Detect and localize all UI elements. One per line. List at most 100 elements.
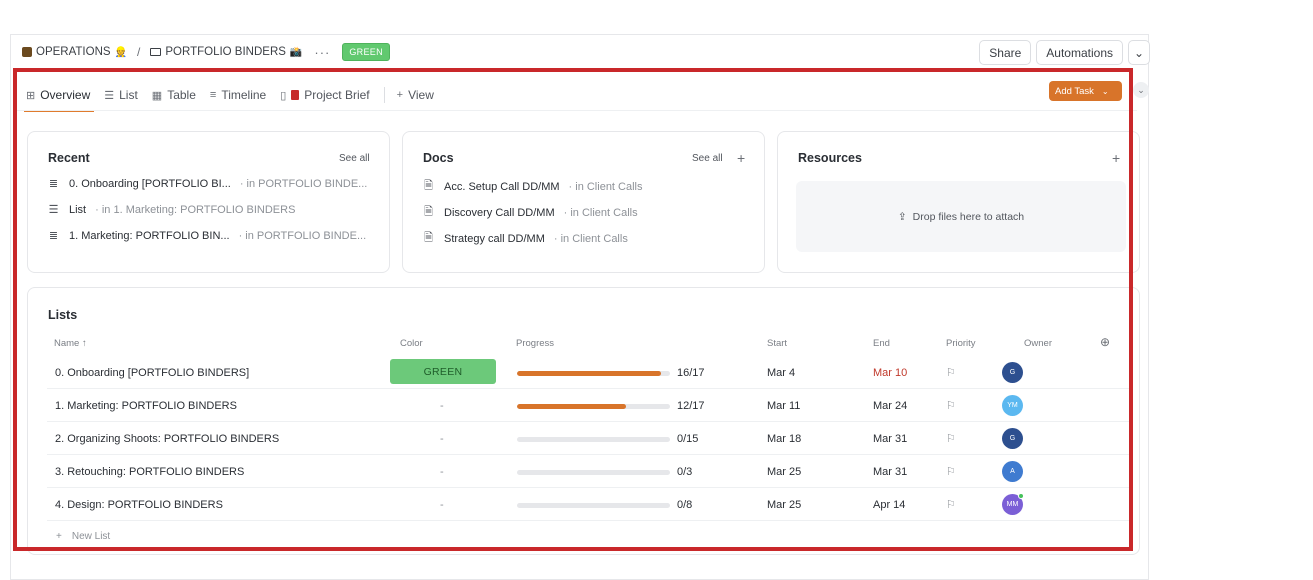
avatar[interactable]: MM <box>1002 493 1024 515</box>
breadcrumb-folder[interactable]: PORTFOLIO BINDERS <box>165 46 286 58</box>
upload-icon: ⇪ <box>897 210 907 223</box>
priority-flag-icon[interactable]: ⚐ <box>946 389 956 422</box>
avatar[interactable]: G <box>1002 362 1023 383</box>
status-badge[interactable]: GREEN <box>342 43 390 61</box>
tab-label: Table <box>167 88 196 102</box>
share-button[interactable]: Share <box>979 40 1032 65</box>
avatar[interactable]: A <box>1002 461 1023 482</box>
start-date[interactable]: Mar 25 <box>767 488 801 521</box>
recent-item[interactable]: ☰ List · in 1. Marketing: PORTFOLIO BIND… <box>47 203 296 217</box>
table-row[interactable]: 3. Retouching: PORTFOLIO BINDERS - 0/3 M… <box>47 455 1132 488</box>
priority-flag-icon[interactable]: ⚐ <box>946 356 956 389</box>
automations-button[interactable]: Automations <box>1036 40 1123 65</box>
add-task-label: Add Task <box>1055 85 1094 97</box>
color-empty[interactable]: - <box>440 455 444 488</box>
chevron-down-icon[interactable]: ⌄ <box>1102 87 1109 96</box>
column-header-start[interactable]: Start <box>767 338 787 349</box>
table-row[interactable]: 2. Organizing Shoots: PORTFOLIO BINDERS … <box>47 422 1132 455</box>
add-view-button[interactable]: + View <box>397 80 434 110</box>
owner-initials: G <box>1009 435 1016 442</box>
table-row[interactable]: 0. Onboarding [PORTFOLIO BINDERS] GREEN … <box>47 356 1132 389</box>
lists-title: Lists <box>48 308 78 322</box>
progress-count: 0/8 <box>677 498 693 511</box>
doc-icon: 🗎 <box>424 180 433 192</box>
docs-card: Docs See all + 🗎 Acc. Setup Call DD/MM ·… <box>402 131 765 273</box>
color-empty[interactable]: - <box>440 488 444 521</box>
start-date[interactable]: Mar 11 <box>767 389 800 422</box>
end-date[interactable]: Apr 14 <box>873 488 905 521</box>
tab-label: View <box>408 88 434 102</box>
list-name[interactable]: 1. Marketing: PORTFOLIO BINDERS <box>55 389 237 422</box>
table-row[interactable]: 1. Marketing: PORTFOLIO BINDERS - 12/17 … <box>47 389 1132 422</box>
recent-item[interactable]: ≣ 1. Marketing: PORTFOLIO BIN... · in PO… <box>47 229 366 243</box>
column-header-priority[interactable]: Priority <box>946 338 976 349</box>
progress-count: 12/17 <box>677 399 705 412</box>
camera-emoji-icon: 📸 <box>289 46 303 58</box>
doc-item-location: · in Client Calls <box>553 232 628 245</box>
end-date[interactable]: Mar 24 <box>873 389 907 422</box>
tab-table[interactable]: ▦ Table <box>152 80 196 110</box>
doc-item-location: · in Client Calls <box>568 180 643 193</box>
end-date[interactable]: Mar 10 <box>873 356 907 389</box>
lists-card: Lists Name ↑ Color Progress Start End Pr… <box>27 287 1140 555</box>
column-header-color[interactable]: Color <box>400 338 423 349</box>
column-header-owner[interactable]: Owner <box>1024 338 1052 349</box>
table-row[interactable]: 4. Design: PORTFOLIO BINDERS - 0/8 Mar 2… <box>47 488 1132 521</box>
new-list-button[interactable]: + New List <box>56 531 110 542</box>
list-name[interactable]: 0. Onboarding [PORTFOLIO BINDERS] <box>55 356 249 389</box>
recent-item-name: List <box>69 203 87 216</box>
table-icon: ▦ <box>151 89 163 102</box>
color-empty[interactable]: - <box>440 389 444 422</box>
recent-item[interactable]: ≣ 0. Onboarding [PORTFOLIO BI... · in PO… <box>47 177 367 191</box>
column-header-progress[interactable]: Progress <box>516 338 554 349</box>
end-date[interactable]: Mar 31 <box>873 422 907 455</box>
add-task-button[interactable]: Add Task ⌄ <box>1049 81 1122 101</box>
doc-item[interactable]: 🗎 Acc. Setup Call DD/MM · in Client Call… <box>422 177 643 196</box>
column-header-name[interactable]: Name ↑ <box>54 338 87 349</box>
doc-item[interactable]: 🗎 Strategy call DD/MM · in Client Calls <box>422 229 628 248</box>
breadcrumb-space[interactable]: OPERATIONS <box>36 46 111 58</box>
docs-see-all-link[interactable]: See all <box>692 153 723 164</box>
color-badge[interactable]: GREEN <box>390 359 496 384</box>
doc-icon: ▯ <box>280 89 287 102</box>
new-list-label: New List <box>71 531 111 542</box>
resources-card: Resources + ⇪ Drop files here to attach <box>777 131 1140 273</box>
priority-flag-icon[interactable]: ⚐ <box>946 455 956 488</box>
recent-see-all-link[interactable]: See all <box>339 153 370 164</box>
progress-bar <box>517 404 670 409</box>
add-column-icon[interactable]: ⊕ <box>1100 335 1110 349</box>
file-drop-zone[interactable]: ⇪ Drop files here to attach <box>796 181 1126 252</box>
owner-initials: A <box>1010 468 1015 475</box>
column-header-end[interactable]: End <box>873 338 890 349</box>
list-name[interactable]: 2. Organizing Shoots: PORTFOLIO BINDERS <box>55 422 279 455</box>
progress-bar <box>517 470 670 475</box>
end-date[interactable]: Mar 31 <box>873 455 907 488</box>
tab-label: Project Brief <box>304 88 370 102</box>
tab-project-brief[interactable]: ▯ Project Brief <box>280 80 369 110</box>
top-bar: OPERATIONS 👷 / PORTFOLIO BINDERS 📸 ··· G… <box>11 35 1150 69</box>
avatar[interactable]: YM <box>1002 395 1023 416</box>
chevron-down-icon[interactable]: ⌄ <box>1128 40 1150 65</box>
list-name[interactable]: 4. Design: PORTFOLIO BINDERS <box>55 488 223 521</box>
add-doc-icon[interactable]: + <box>737 150 745 166</box>
color-empty[interactable]: - <box>440 422 444 455</box>
book-icon <box>291 90 300 100</box>
list-name[interactable]: 3. Retouching: PORTFOLIO BINDERS <box>55 455 244 488</box>
start-date[interactable]: Mar 18 <box>767 422 801 455</box>
start-date[interactable]: Mar 25 <box>767 455 801 488</box>
owner-initials: YM <box>1007 402 1018 409</box>
tab-label: Timeline <box>221 88 267 102</box>
start-date[interactable]: Mar 4 <box>767 356 795 389</box>
recent-item-name: 1. Marketing: PORTFOLIO BIN... <box>69 229 230 242</box>
doc-item[interactable]: 🗎 Discovery Call DD/MM · in Client Calls <box>422 203 638 222</box>
breadcrumb-separator: / <box>137 45 141 59</box>
more-options-icon[interactable]: ··· <box>314 45 330 60</box>
tab-list[interactable]: ☰ List <box>104 80 138 110</box>
tab-overview[interactable]: ⊞ Overview <box>23 80 95 112</box>
tab-timeline[interactable]: ≡ Timeline <box>210 80 266 110</box>
collapse-chevron-icon[interactable]: ⌄ <box>1133 82 1149 98</box>
avatar[interactable]: G <box>1002 428 1023 449</box>
priority-flag-icon[interactable]: ⚐ <box>946 488 956 521</box>
add-resource-icon[interactable]: + <box>1112 150 1120 166</box>
priority-flag-icon[interactable]: ⚐ <box>946 422 956 455</box>
